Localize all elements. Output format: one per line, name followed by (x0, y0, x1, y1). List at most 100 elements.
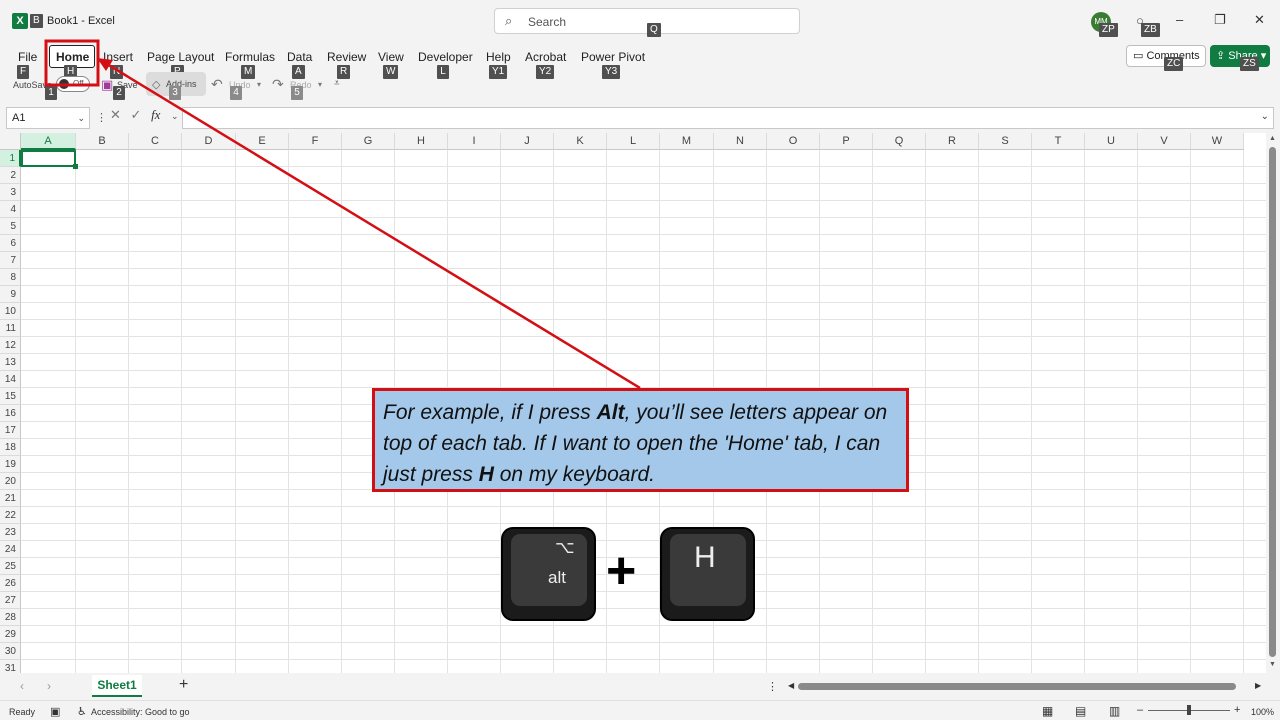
scroll-left-icon[interactable]: ◀ (788, 681, 794, 690)
row-header-18[interactable]: 18 (0, 439, 21, 456)
column-header-j[interactable]: J (501, 133, 554, 150)
redo-icon[interactable]: ↷ (272, 76, 284, 93)
column-header-d[interactable]: D (182, 133, 236, 150)
column-header-q[interactable]: Q (873, 133, 926, 150)
save-icon[interactable]: ▣ (101, 77, 113, 93)
row-header-11[interactable]: 11 (0, 320, 21, 337)
tab-page-layout[interactable]: Page Layout (147, 50, 214, 64)
row-header-21[interactable]: 21 (0, 490, 21, 507)
more-options-icon[interactable]: ⋮ (767, 680, 778, 693)
row-header-15[interactable]: 15 (0, 388, 21, 405)
row-header-22[interactable]: 22 (0, 507, 21, 524)
column-header-n[interactable]: N (714, 133, 767, 150)
column-header-p[interactable]: P (820, 133, 873, 150)
column-header-h[interactable]: H (395, 133, 448, 150)
customize-qat-icon[interactable]: ⩡ (334, 78, 340, 89)
tab-help[interactable]: Help (486, 50, 511, 64)
active-cell[interactable] (21, 150, 78, 169)
tab-developer[interactable]: Developer (418, 50, 473, 64)
row-header-25[interactable]: 25 (0, 558, 21, 575)
column-header-w[interactable]: W (1191, 133, 1244, 150)
row-header-19[interactable]: 19 (0, 456, 21, 473)
column-header-m[interactable]: M (660, 133, 714, 150)
tab-insert[interactable]: Insert (103, 50, 133, 64)
column-header-g[interactable]: G (342, 133, 395, 150)
row-header-24[interactable]: 24 (0, 541, 21, 558)
macro-record-icon[interactable]: ▣ (50, 705, 60, 718)
zoom-slider-knob[interactable] (1187, 705, 1191, 715)
fill-handle[interactable] (73, 164, 78, 169)
row-header-10[interactable]: 10 (0, 303, 21, 320)
zoom-level[interactable]: 100% (1251, 707, 1274, 717)
row-header-30[interactable]: 30 (0, 643, 21, 660)
redo-dropdown-icon[interactable]: ▾ (318, 80, 322, 89)
column-header-b[interactable]: B (76, 133, 129, 150)
row-header-20[interactable]: 20 (0, 473, 21, 490)
row-header-9[interactable]: 9 (0, 286, 21, 303)
column-header-t[interactable]: T (1032, 133, 1085, 150)
row-header-7[interactable]: 7 (0, 252, 21, 269)
row-header-17[interactable]: 17 (0, 422, 21, 439)
row-header-23[interactable]: 23 (0, 524, 21, 541)
vertical-scroll-thumb[interactable] (1269, 147, 1276, 657)
horizontal-scroll-thumb[interactable] (798, 683, 1236, 690)
restore-button[interactable]: ❐ (1214, 12, 1226, 28)
vertical-scrollbar[interactable]: ▲ ▼ (1266, 133, 1280, 673)
row-header-5[interactable]: 5 (0, 218, 21, 235)
row-header-4[interactable]: 4 (0, 201, 21, 218)
cancel-icon[interactable]: ✕ (110, 107, 121, 122)
prev-sheet-icon[interactable]: ‹ (20, 679, 24, 693)
row-header-3[interactable]: 3 (0, 184, 21, 201)
row-header-28[interactable]: 28 (0, 609, 21, 626)
scroll-up-icon[interactable]: ▲ (1269, 135, 1276, 142)
sheet-tab-sheet1[interactable]: Sheet1 (92, 675, 142, 697)
tab-file[interactable]: File (18, 50, 37, 64)
row-header-8[interactable]: 8 (0, 269, 21, 286)
page-layout-view-icon[interactable]: ▤ (1075, 704, 1086, 718)
row-header-13[interactable]: 13 (0, 354, 21, 371)
autosave-toggle[interactable]: Off (56, 76, 90, 92)
scroll-down-icon[interactable]: ▼ (1269, 661, 1276, 668)
tab-home[interactable]: Home (56, 50, 89, 64)
enter-icon[interactable]: ✓ (131, 107, 142, 122)
scroll-right-icon[interactable]: ▶ (1255, 681, 1261, 690)
minimize-button[interactable]: – (1176, 12, 1183, 27)
zoom-in-button[interactable]: + (1234, 704, 1240, 716)
column-header-a[interactable]: A (21, 133, 76, 150)
column-header-e[interactable]: E (236, 133, 289, 150)
column-header-u[interactable]: U (1085, 133, 1138, 150)
row-header-26[interactable]: 26 (0, 575, 21, 592)
tab-view[interactable]: View (378, 50, 404, 64)
tab-acrobat[interactable]: Acrobat (525, 50, 566, 64)
tab-formulas[interactable]: Formulas (225, 50, 275, 64)
next-sheet-icon[interactable]: › (47, 679, 51, 693)
horizontal-scrollbar[interactable]: ◀ ▶ (788, 681, 1264, 691)
undo-dropdown-icon[interactable]: ▾ (257, 80, 261, 89)
column-header-l[interactable]: L (607, 133, 660, 150)
accessibility-status[interactable]: Accessibility: Good to go (91, 707, 190, 717)
page-break-view-icon[interactable]: ▥ (1109, 704, 1120, 718)
select-all-corner[interactable] (0, 133, 21, 150)
formula-input[interactable]: ⌄ (182, 107, 1274, 129)
add-sheet-button[interactable]: + (179, 676, 188, 694)
normal-view-icon[interactable]: ▦ (1042, 704, 1053, 718)
name-box[interactable]: A1 ⌄ (6, 107, 90, 129)
row-header-31[interactable]: 31 (0, 660, 21, 673)
zoom-out-button[interactable]: – (1137, 704, 1143, 716)
expand-formula-bar-icon[interactable]: ⌄ (1261, 111, 1269, 122)
column-header-f[interactable]: F (289, 133, 342, 150)
close-button[interactable]: ✕ (1254, 12, 1265, 28)
column-header-v[interactable]: V (1138, 133, 1191, 150)
row-header-12[interactable]: 12 (0, 337, 21, 354)
tab-data[interactable]: Data (287, 50, 312, 64)
column-header-k[interactable]: K (554, 133, 607, 150)
insert-function-icon[interactable]: fx (151, 107, 160, 122)
row-header-16[interactable]: 16 (0, 405, 21, 422)
tab-power-pivot[interactable]: Power Pivot (581, 50, 645, 64)
row-header-27[interactable]: 27 (0, 592, 21, 609)
row-header-1[interactable]: 1 (0, 150, 21, 167)
accessibility-icon[interactable]: ♿ (77, 705, 87, 718)
row-header-29[interactable]: 29 (0, 626, 21, 643)
column-header-r[interactable]: R (926, 133, 979, 150)
row-header-14[interactable]: 14 (0, 371, 21, 388)
